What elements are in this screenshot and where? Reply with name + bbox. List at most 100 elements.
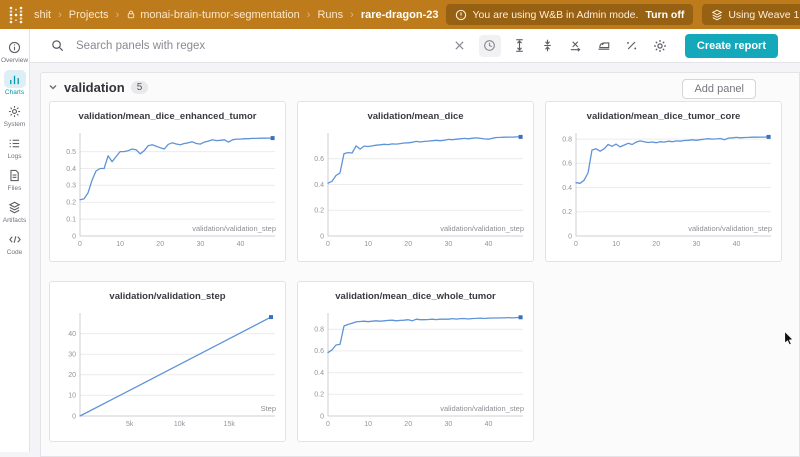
svg-text:0: 0 [574,241,578,248]
gear-icon [4,102,26,120]
svg-text:0: 0 [72,413,76,420]
svg-text:0: 0 [326,421,330,428]
breadcrumb-separator: › [116,9,120,21]
chart-panel-validation-step[interactable]: validation/validation_step 0102030405k10… [49,281,286,442]
svg-text:0.2: 0.2 [66,200,76,207]
chart-panel-mean-dice[interactable]: validation/mean_dice 00.20.40.6010203040… [297,101,534,262]
svg-text:30: 30 [445,241,453,248]
panel-search [48,37,441,55]
create-report-button[interactable]: Create report [685,34,778,58]
svg-text:0: 0 [326,241,330,248]
x-axis-settings-icon[interactable] [567,37,585,55]
chart-x-axis-label: validation/validation_step [192,224,276,233]
chart-title: validation/mean_dice [298,102,533,124]
clear-search-icon[interactable] [451,37,469,55]
history-icon[interactable] [479,35,501,57]
breadcrumb-project[interactable]: monai-brain-tumor-segmentation [140,9,300,21]
bar-chart-icon [4,70,26,88]
breadcrumb-user[interactable]: shit [34,9,51,21]
section-header: validation 5 Add panel [41,73,799,101]
svg-text:0.3: 0.3 [66,183,76,190]
sidebar-item-code[interactable]: Code [0,230,30,256]
svg-text:0.4: 0.4 [314,370,324,377]
svg-text:40: 40 [68,331,76,338]
breadcrumb-projects[interactable]: Projects [69,9,109,21]
info-icon [4,38,26,56]
sidebar-item-system[interactable]: System [0,102,30,128]
svg-text:0.8: 0.8 [562,136,572,143]
gear-icon[interactable] [651,37,669,55]
svg-text:0.4: 0.4 [66,166,76,173]
weave-banner-text: Using Weave 1.0 [728,9,800,21]
breadcrumb-separator: › [350,9,354,21]
chart-panel-mean-dice-whole-tumor[interactable]: validation/mean_dice_whole_tumor 00.20.4… [297,281,534,442]
line-chart: 00.20.40.60.8010203040 [302,308,529,434]
svg-text:10: 10 [364,241,372,248]
admin-turn-off-button[interactable]: Turn off [645,9,684,21]
chart-title: validation/mean_dice_whole_tumor [298,282,533,304]
svg-text:5k: 5k [126,421,134,428]
sidebar-item-artifacts[interactable]: Artifacts [0,198,30,224]
svg-text:0: 0 [320,413,324,420]
sidebar-item-files[interactable]: Files [0,166,30,192]
svg-text:10: 10 [68,393,76,400]
svg-text:10: 10 [116,241,124,248]
sidebar-item-label: Charts [5,89,24,96]
expand-panels-icon[interactable] [511,37,529,55]
chart-panel-mean-dice-tumor-core[interactable]: validation/mean_dice_tumor_core 00.20.40… [545,101,782,262]
chart-x-axis-label: validation/validation_step [440,404,524,413]
breadcrumb: shit › Projects › monai-brain-tumor-segm… [34,9,438,21]
svg-text:0: 0 [568,233,572,240]
svg-text:40: 40 [485,241,493,248]
sidebar-item-overview[interactable]: Overview [0,38,30,64]
panel-count-badge: 5 [131,81,149,94]
wandb-logo-icon[interactable] [8,6,24,24]
code-icon [4,230,26,248]
svg-text:0.6: 0.6 [562,161,572,168]
breadcrumb-run-name[interactable]: rare-dragon-23 [361,9,439,21]
add-panel-button[interactable]: Add panel [682,79,756,99]
svg-text:0: 0 [78,241,82,248]
svg-text:0.1: 0.1 [66,216,76,223]
chart-panel-mean-dice-enhanced-tumor[interactable]: validation/mean_dice_enhanced_tumor 00.1… [49,101,286,262]
smoothing-iron-icon[interactable] [595,37,613,55]
panels-toolbar: Create report [30,29,800,63]
breadcrumb-separator: › [307,9,311,21]
navbar-right: You are using W&B in Admin mode. Turn of… [446,4,800,26]
sidebar-item-label: Logs [7,153,21,160]
svg-text:10k: 10k [174,421,186,428]
workspace-content: validation 5 Add panel validation/mean_d… [30,63,800,452]
collapse-panels-icon[interactable] [539,37,557,55]
run-sidebar: Overview Charts System [0,29,30,452]
section-title: validation [64,80,125,95]
chart-x-axis-label: validation/validation_step [440,224,524,233]
layers-icon [711,9,723,21]
line-chart: 00.10.20.30.40.5010203040 [54,128,281,254]
search-icon [48,37,66,55]
svg-text:30: 30 [693,241,701,248]
admin-mode-banner[interactable]: You are using W&B in Admin mode. Turn of… [446,4,693,25]
list-icon [4,134,26,152]
svg-text:30: 30 [68,352,76,359]
chart-x-axis-label: Step [261,404,276,413]
sidebar-item-charts[interactable]: Charts [0,70,30,96]
chart-title: validation/validation_step [50,282,285,304]
line-chart: 0102030405k10k15k [54,308,281,434]
breadcrumb-runs[interactable]: Runs [317,9,343,21]
chart-x-axis-label: validation/validation_step [688,224,772,233]
svg-text:0.5: 0.5 [66,149,76,156]
weave-banner[interactable]: Using Weave 1.0 Turn off [702,4,800,25]
sidebar-item-label: System [4,121,26,128]
svg-text:20: 20 [652,241,660,248]
admin-banner-text: You are using W&B in Admin mode. [472,9,638,21]
search-input[interactable] [74,39,441,53]
chevron-down-icon[interactable] [48,82,58,92]
svg-text:20: 20 [404,241,412,248]
outliers-icon[interactable] [623,37,641,55]
chart-title: validation/mean_dice_tumor_core [546,102,781,124]
validation-section: validation 5 Add panel validation/mean_d… [40,72,800,457]
sidebar-item-logs[interactable]: Logs [0,134,30,160]
sidebar-item-label: Files [8,185,22,192]
svg-text:0.6: 0.6 [314,348,324,355]
svg-text:10: 10 [364,421,372,428]
